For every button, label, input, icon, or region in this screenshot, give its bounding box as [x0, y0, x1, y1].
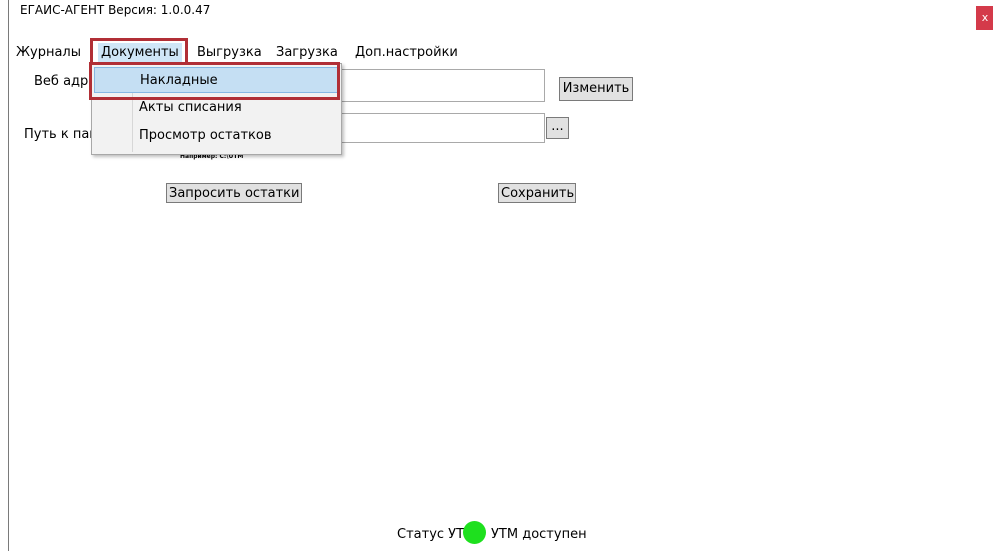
menu-journals[interactable]: Журналы [13, 43, 84, 62]
menu-extra-settings[interactable]: Доп.настройки [352, 43, 461, 62]
menu-import[interactable]: Загрузка [273, 43, 341, 62]
dropdown-item-view-stock[interactable]: Просмотр остатков [94, 123, 338, 149]
utm-status-indicator [463, 521, 486, 544]
close-button[interactable]: x [976, 6, 993, 30]
request-stock-button[interactable]: Запросить остатки [166, 183, 302, 203]
menu-documents[interactable]: Документы [98, 43, 182, 62]
dropdown-item-invoices[interactable]: Накладные [94, 67, 338, 93]
menu-export[interactable]: Выгрузка [194, 43, 265, 62]
change-button[interactable]: Изменить [559, 77, 633, 101]
folder-path-input[interactable] [309, 113, 545, 143]
window-title: ЕГАИС-АГЕНТ Версия: 1.0.0.47 [20, 3, 211, 17]
save-button[interactable]: Сохранить [498, 183, 576, 203]
utm-status-text: УТМ доступен [491, 527, 587, 542]
dropdown-item-writeoff-acts[interactable]: Акты списания [94, 95, 338, 121]
documents-dropdown: Накладные Акты списания Просмотр остатко… [91, 63, 342, 155]
web-address-input[interactable] [309, 69, 545, 102]
browse-button[interactable]: ... [546, 117, 569, 139]
